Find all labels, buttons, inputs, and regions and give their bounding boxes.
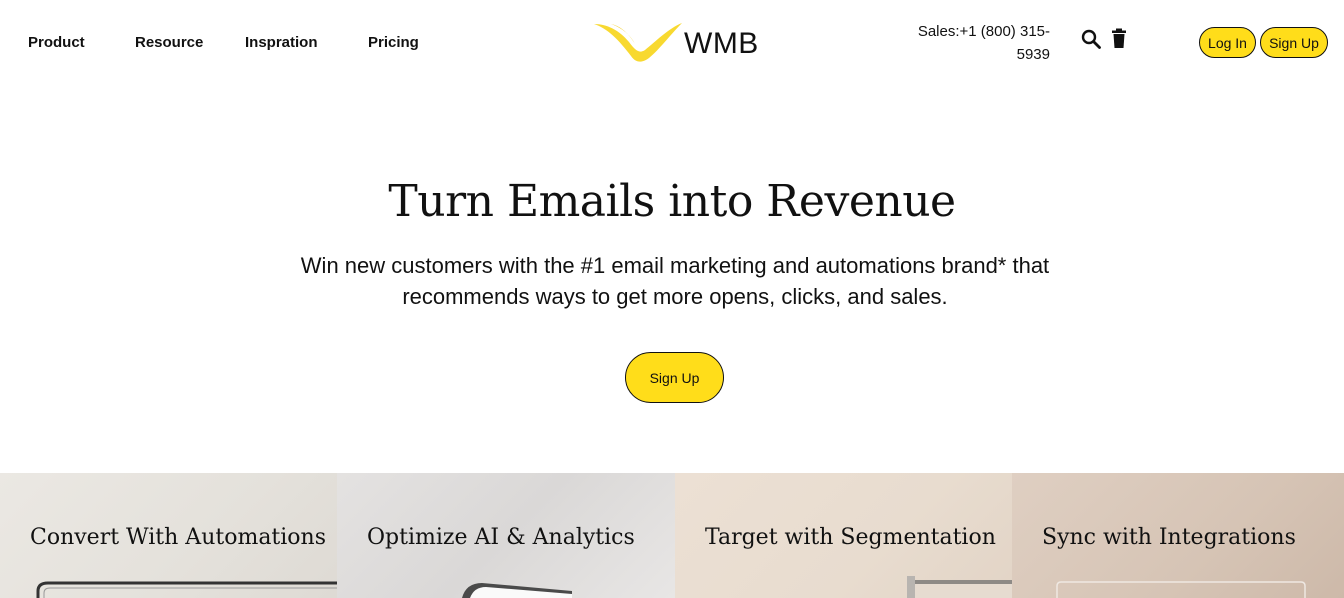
feature-cards: Convert With Automations Optimize AI & A… (0, 473, 1344, 598)
nav-item-pricing[interactable]: Pricing (368, 34, 419, 51)
feature-card-title: Target with Segmentation (705, 525, 996, 550)
signup-button[interactable]: Sign Up (1260, 27, 1328, 58)
hero-title: Turn Emails into Revenue (388, 176, 956, 227)
site-header: Product Resource Inspration Pricing WMB … (0, 0, 1344, 86)
nav-item-product[interactable]: Product (28, 34, 85, 51)
feature-card-integrations[interactable]: Sync with Integrations (1012, 473, 1344, 598)
login-button[interactable]: Log In (1199, 27, 1256, 58)
device-frame-image (36, 581, 337, 598)
feature-card-analytics[interactable]: Optimize AI & Analytics (337, 473, 675, 598)
trash-icon[interactable] (1110, 28, 1132, 50)
hero-signup-button[interactable]: Sign Up (625, 352, 724, 403)
hero-subtitle: Win new customers with the #1 email mark… (272, 250, 1078, 312)
feature-card-title: Sync with Integrations (1042, 525, 1296, 550)
nav-item-inspiration[interactable]: Inspration (245, 34, 318, 51)
search-icon[interactable] (1080, 28, 1102, 50)
sales-phone-line2: 5939 (1016, 46, 1050, 63)
feature-card-segmentation[interactable]: Target with Segmentation (675, 473, 1012, 598)
hero-subtitle-line2: recommends ways to get more opens, click… (402, 284, 948, 309)
window-frame-image (1056, 581, 1306, 598)
bird-logo-icon (594, 23, 682, 62)
phone-image (462, 583, 572, 598)
feature-card-title: Optimize AI & Analytics (367, 525, 635, 550)
nav-item-resource[interactable]: Resource (135, 34, 203, 51)
stand-image (907, 576, 1012, 598)
sales-phone[interactable]: Sales:+1 (800) 315- 5939 (900, 20, 1050, 66)
sales-phone-line1: Sales:+1 (800) 315- (917, 23, 1050, 40)
logo-text: WMB (684, 27, 759, 60)
feature-card-automations[interactable]: Convert With Automations (0, 473, 337, 598)
feature-card-title: Convert With Automations (30, 525, 327, 550)
hero-subtitle-line1: Win new customers with the #1 email mark… (300, 253, 1050, 278)
